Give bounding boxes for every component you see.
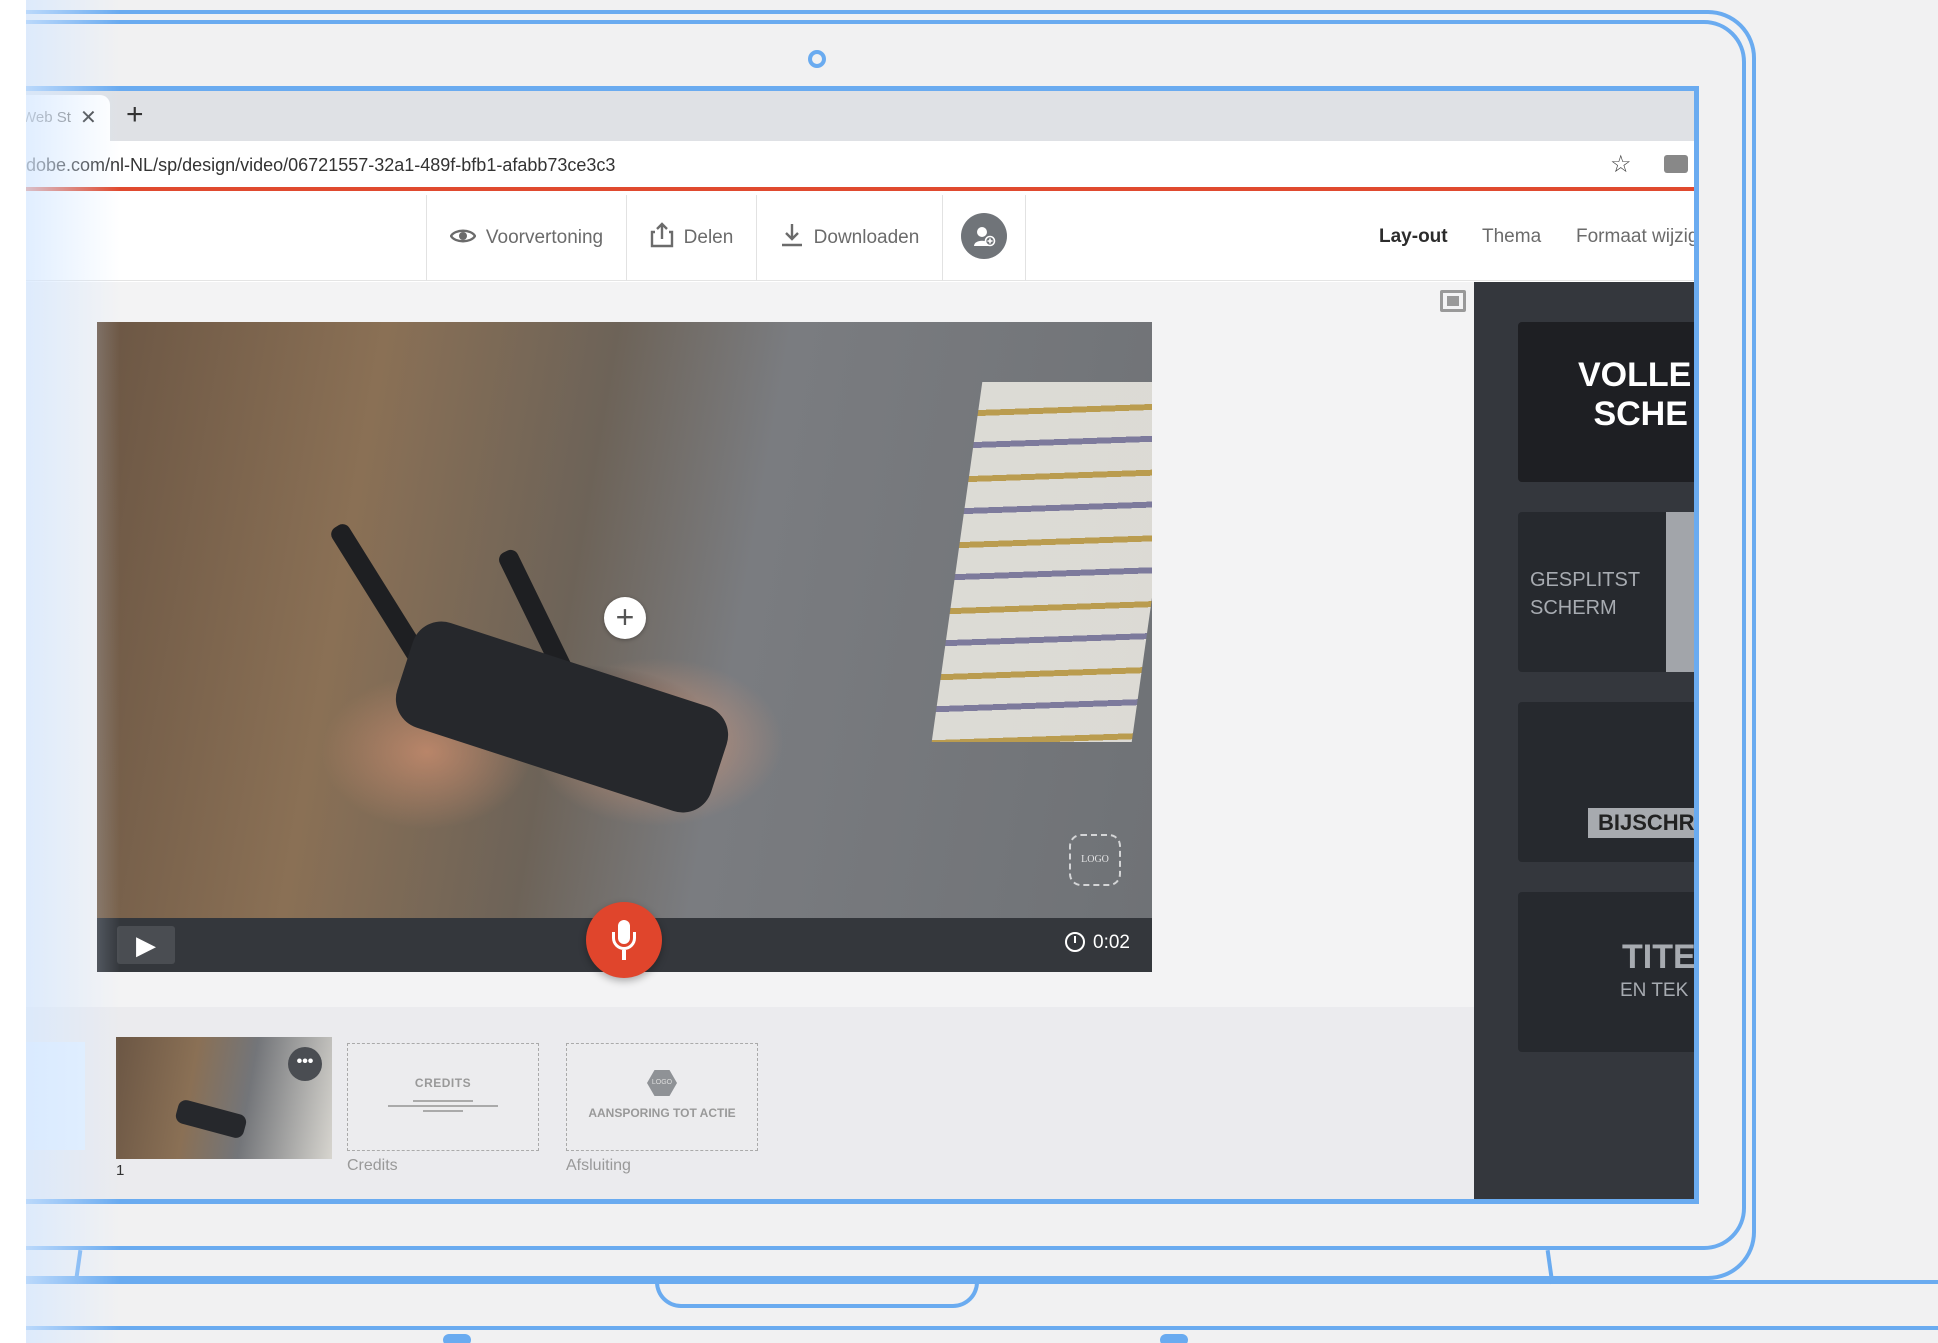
thumbnail-controller — [174, 1098, 248, 1140]
camera-icon — [808, 50, 826, 68]
laptop-illustration: Web St ✕ + dobe.com/nl-NL/sp/design/vide… — [0, 0, 1938, 1343]
scene-timeline: ••• 1 CREDITS Credits LOGO AANSPORING TO… — [0, 1007, 1474, 1199]
play-button[interactable]: ▶ — [117, 926, 175, 964]
new-tab-button[interactable]: + — [126, 98, 144, 132]
laptop-foot-right — [1160, 1334, 1188, 1343]
share-label: Delen — [683, 227, 734, 248]
layout-split-screen[interactable]: GESPLITST SCHERM — [1518, 512, 1694, 672]
credits-label: Credits — [347, 1157, 398, 1174]
fullscreen-line-2: SCHE — [1593, 395, 1688, 434]
scene-number: 1 — [116, 1162, 125, 1179]
extension-icon[interactable] — [1664, 155, 1688, 173]
layout-panel: VOLLE SCHE GESPLITST SCHERM BIJSCHR TITE… — [1474, 282, 1696, 1199]
editor-workspace: + LOGO ▶ 0:02 ••• 1 CREDITS Credits LOGO… — [0, 282, 1474, 1199]
share-button[interactable]: Delen — [626, 195, 756, 281]
closing-label: Afsluiting — [566, 1157, 631, 1174]
scene-thumbnail[interactable]: ••• — [116, 1037, 332, 1159]
star-icon[interactable]: ☆ — [1610, 150, 1632, 179]
eye-icon — [449, 225, 477, 251]
closing-title: AANSPORING TOT ACTIE — [588, 1106, 736, 1120]
fullscreen-line-1: VOLLE — [1578, 356, 1692, 394]
split-line-1: GESPLITST — [1530, 569, 1641, 591]
credits-scene[interactable]: CREDITS — [347, 1043, 539, 1151]
layout-fullscreen-label: VOLLE SCHE — [1578, 356, 1691, 434]
download-label: Downloaden — [813, 227, 920, 248]
background-right — [1756, 0, 1938, 1280]
browser-window: Web St ✕ + dobe.com/nl-NL/sp/design/vide… — [0, 86, 1699, 1204]
preview-label: Voorvertoning — [485, 227, 604, 248]
laptop-foot-left — [443, 1334, 471, 1343]
laptop-base-bottom — [0, 1326, 1938, 1330]
layout-caption[interactable]: BIJSCHR — [1518, 702, 1694, 862]
credits-lines — [388, 1100, 498, 1112]
laptop-notch — [655, 1280, 979, 1308]
layout-fullscreen[interactable]: VOLLE SCHE — [1518, 322, 1694, 482]
title-line-2: EN TEK — [1620, 980, 1689, 1001]
split-preview-half — [1666, 512, 1694, 672]
microphone-pole — [622, 950, 626, 960]
fit-screen-icon[interactable] — [1440, 290, 1466, 312]
tab-layout[interactable]: Lay-out — [1379, 226, 1448, 248]
add-user-icon — [961, 213, 1007, 259]
tab-resize[interactable]: Formaat wijzig — [1576, 226, 1694, 248]
duration-display: 0:02 — [1065, 932, 1130, 954]
closing-scene[interactable]: LOGO AANSPORING TOT ACTIE — [566, 1043, 758, 1151]
preview-button[interactable]: Voorvertoning — [426, 195, 626, 281]
title-line-1: TITE — [1622, 938, 1696, 976]
left-edge-blank — [0, 0, 26, 1343]
tab-bar: Web St ✕ + — [0, 91, 1694, 141]
split-line-2: SCHERM — [1530, 597, 1617, 619]
caption-badge: BIJSCHR — [1588, 808, 1694, 838]
url-field[interactable]: dobe.com/nl-NL/sp/design/video/06721557-… — [26, 155, 615, 176]
logo-watermark[interactable]: LOGO — [1069, 834, 1121, 886]
tab-theme[interactable]: Thema — [1482, 226, 1541, 248]
address-bar: dobe.com/nl-NL/sp/design/video/06721557-… — [0, 141, 1694, 191]
invite-collaborator-button[interactable] — [942, 195, 1026, 281]
shirt-stripes — [931, 382, 1152, 742]
share-icon — [650, 222, 674, 254]
clock-icon — [1065, 932, 1086, 952]
editor-toolbar: Voorvertoning Delen Downloaden Lay-out T… — [0, 195, 1694, 281]
download-button[interactable]: Downloaden — [756, 195, 942, 281]
download-icon — [780, 222, 804, 254]
record-voice-button[interactable] — [586, 902, 662, 978]
layout-split-label: GESPLITST SCHERM — [1530, 566, 1640, 622]
logo-hex-icon: LOGO — [647, 1070, 677, 1096]
tab-title: Web St — [22, 109, 71, 126]
layout-title-text[interactable]: TITE EN TEK — [1518, 892, 1696, 1052]
microphone-stand — [612, 932, 636, 950]
credits-title: CREDITS — [414, 1076, 472, 1090]
video-preview[interactable]: + LOGO — [97, 322, 1152, 918]
add-media-button[interactable]: + — [604, 597, 646, 639]
duration-value: 0:02 — [1093, 932, 1130, 953]
close-icon[interactable]: ✕ — [80, 105, 97, 130]
more-options-button[interactable]: ••• — [288, 1047, 322, 1081]
